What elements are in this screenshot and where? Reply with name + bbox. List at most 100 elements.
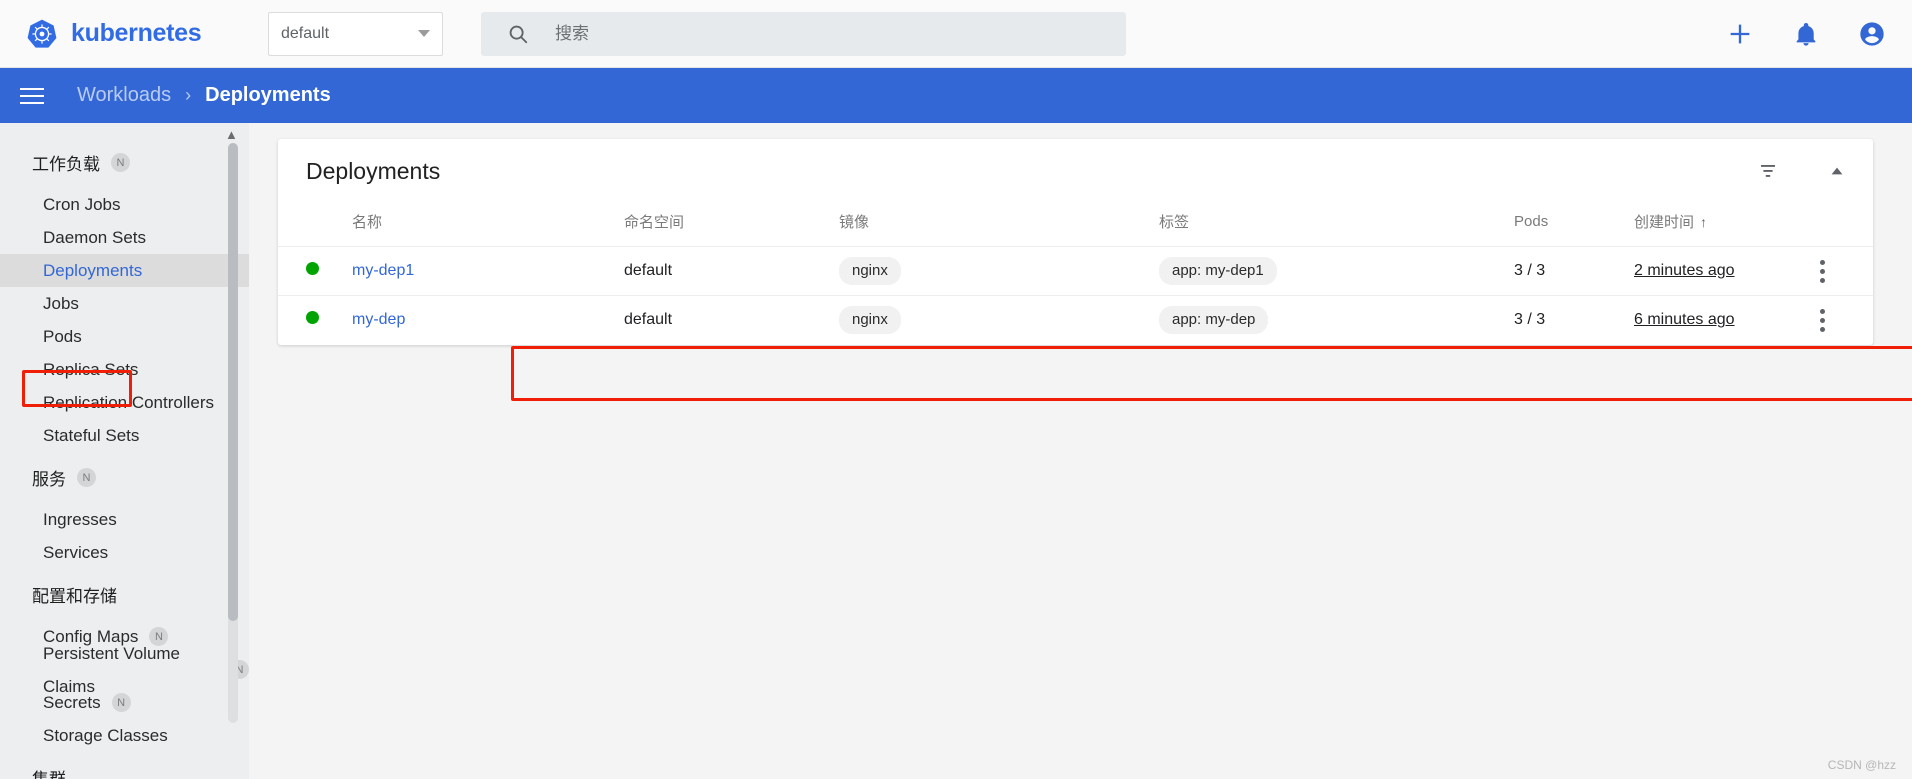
sidebar-item-ingresses[interactable]: Ingresses	[0, 503, 249, 536]
sidebar-scrollbar-track[interactable]	[228, 143, 238, 723]
namespace-select[interactable]: default	[268, 11, 443, 56]
table-header-name[interactable]: 名称	[324, 203, 624, 247]
chevron-up-icon[interactable]: ▲	[225, 127, 238, 142]
sidebar-item-label: Pods	[43, 327, 82, 346]
created-time-text[interactable]: 2 minutes ago	[1634, 262, 1735, 279]
sidebar-item-label: Ingresses	[43, 510, 117, 529]
sidebar-item-label: Replica Sets	[43, 360, 139, 379]
table-header: 名称 命名空间 镜像 标签 Pods 创建时间 ↑	[278, 203, 1873, 247]
table-header-label: 镜像	[839, 214, 870, 231]
sidebar-item-label: Daemon Sets	[43, 228, 146, 247]
table-header-label: 命名空间	[624, 214, 685, 231]
card-header: Deployments	[278, 139, 1873, 203]
table-header-menu	[1814, 203, 1873, 247]
more-vert-icon[interactable]	[1820, 259, 1825, 283]
brand: kubernetes	[26, 18, 256, 50]
labels-cell: app: my-dep1	[1159, 246, 1514, 296]
name-cell: my-dep	[324, 295, 624, 345]
sidebar-sections: 工作负载 N Cron Jobs Daemon Sets Deployments Jobs…	[0, 123, 249, 779]
sidebar-item-badge: N	[111, 693, 131, 712]
table-body: my-dep1 default nginx app: my-dep1 3 / 32 mi…	[278, 246, 1873, 345]
row-menu-cell	[1814, 246, 1873, 296]
label-chip: app: my-dep1	[1159, 257, 1277, 285]
sidebar-item-label: Cron Jobs	[43, 195, 121, 214]
sidebar-item-stateful-sets[interactable]: Stateful Sets	[0, 419, 249, 452]
table-header-status	[278, 203, 324, 247]
sidebar-item-replication-controllers[interactable]: Replication Controllers	[0, 386, 249, 419]
sidebar-item-storage-classes[interactable]: Storage Classes	[0, 719, 249, 752]
top-bar-actions	[1726, 20, 1886, 48]
card-header-actions	[1756, 159, 1847, 183]
sidebar-item-persistent-volume-claims[interactable]: Persistent Volume Claims N	[0, 644, 249, 696]
created-cell: 2 minutes ago	[1634, 246, 1814, 296]
breadcrumb: Workloads › Deployments	[77, 84, 331, 107]
created-time-text[interactable]: 6 minutes ago	[1634, 311, 1735, 328]
table-row[interactable]: my-dep1 default nginx app: my-dep1 3 / 32 mi…	[278, 246, 1873, 296]
plus-icon[interactable]	[1726, 20, 1754, 48]
table-header-created[interactable]: 创建时间 ↑	[1634, 203, 1814, 247]
table-header-namespace[interactable]: 命名空间	[624, 203, 839, 247]
sidebar-item-daemon-sets[interactable]: Daemon Sets	[0, 221, 249, 254]
image-chip: nginx	[839, 257, 901, 285]
sidebar-section-label: 服务	[32, 470, 66, 489]
breadcrumb-separator-icon: ›	[185, 85, 192, 105]
table-header-pods[interactable]: Pods	[1514, 203, 1634, 247]
bell-icon[interactable]	[1792, 20, 1820, 48]
sidebar-section-label: 配置和存储	[32, 587, 117, 606]
sidebar-section-label: 集群	[32, 765, 66, 779]
namespace-cell: default	[624, 295, 839, 345]
sidebar-section-label: 工作负载	[32, 155, 100, 174]
deployment-name-link[interactable]: my-dep1	[352, 262, 414, 279]
sidebar-item-label: Jobs	[43, 294, 79, 313]
more-vert-icon[interactable]	[1820, 308, 1825, 332]
name-cell: my-dep1	[324, 246, 624, 296]
search-input[interactable]	[555, 23, 1112, 44]
sort-ascending-icon: ↑	[1700, 214, 1708, 230]
images-cell: nginx	[839, 295, 1159, 345]
sidebar-item-label: Services	[43, 543, 109, 562]
images-cell: nginx	[839, 246, 1159, 296]
table-header-label: 创建时间	[1634, 214, 1695, 231]
table-header-label: Pods	[1514, 213, 1549, 230]
table-header-labels[interactable]: 标签	[1159, 203, 1514, 247]
sidebar-section-title: 服务 N	[0, 452, 249, 503]
sidebar-item-label: Deployments	[43, 261, 143, 280]
sidebar-item-replica-sets[interactable]: Replica Sets	[0, 353, 249, 386]
sidebar-item-label: Replication Controllers	[43, 393, 215, 412]
annotation-box-row-my-dep1	[511, 346, 1912, 401]
sidebar-item-label: Secrets	[43, 693, 101, 712]
kubernetes-helm-wheel-icon	[27, 19, 57, 48]
sidebar-item-cron-jobs[interactable]: Cron Jobs	[0, 188, 249, 221]
watermark: CSDN @hzz	[1827, 758, 1896, 772]
table-row[interactable]: my-dep default nginx app: my-dep 3 / 36 minu…	[278, 295, 1873, 345]
account-circle-icon[interactable]	[1858, 20, 1886, 48]
sidebar-item-jobs[interactable]: Jobs	[0, 287, 249, 320]
namespace-cell: default	[624, 246, 839, 296]
sidebar-section-badge: N	[111, 153, 130, 172]
table-header-images[interactable]: 镜像	[839, 203, 1159, 247]
filter-list-icon[interactable]	[1756, 159, 1780, 183]
sidebar-item-services[interactable]: Services	[0, 536, 249, 569]
sidebar-section-title: 集群	[0, 752, 249, 779]
search-icon	[509, 25, 528, 43]
namespace-select-value: default	[281, 24, 330, 42]
sidebar-nav: ▲ 工作负载 N Cron Jobs Daemon Sets Deployments Jo…	[0, 123, 249, 779]
sidebar-item-deployments[interactable]: Deployments	[0, 254, 249, 287]
label-chip: app: my-dep	[1159, 306, 1269, 335]
created-cell: 6 minutes ago	[1634, 295, 1814, 345]
chevron-down-icon	[418, 30, 430, 37]
breadcrumb-item-workloads[interactable]: Workloads	[77, 84, 171, 107]
row-menu-cell	[1814, 295, 1873, 345]
search-bar[interactable]	[481, 11, 1126, 56]
deployment-name-link[interactable]: my-dep	[352, 311, 405, 328]
deployments-card: Deployments 名称 命名空间 镜像 标签 Pods 创建时间 ↑ my-dep1 d…	[278, 139, 1873, 345]
pods-cell: 3 / 3	[1514, 295, 1634, 345]
hamburger-menu-icon[interactable]	[20, 81, 50, 111]
sidebar-item-label: Storage Classes	[43, 726, 168, 745]
collapse-up-icon[interactable]	[1827, 161, 1847, 181]
sidebar-item-pods[interactable]: Pods	[0, 320, 249, 353]
deployments-table: 名称 命名空间 镜像 标签 Pods 创建时间 ↑ my-dep1 default nginx a…	[278, 203, 1873, 345]
breadcrumb-bar: Workloads › Deployments	[0, 68, 1912, 123]
table-header-label: 名称	[352, 214, 383, 231]
sidebar-scrollbar-thumb[interactable]	[228, 143, 238, 621]
